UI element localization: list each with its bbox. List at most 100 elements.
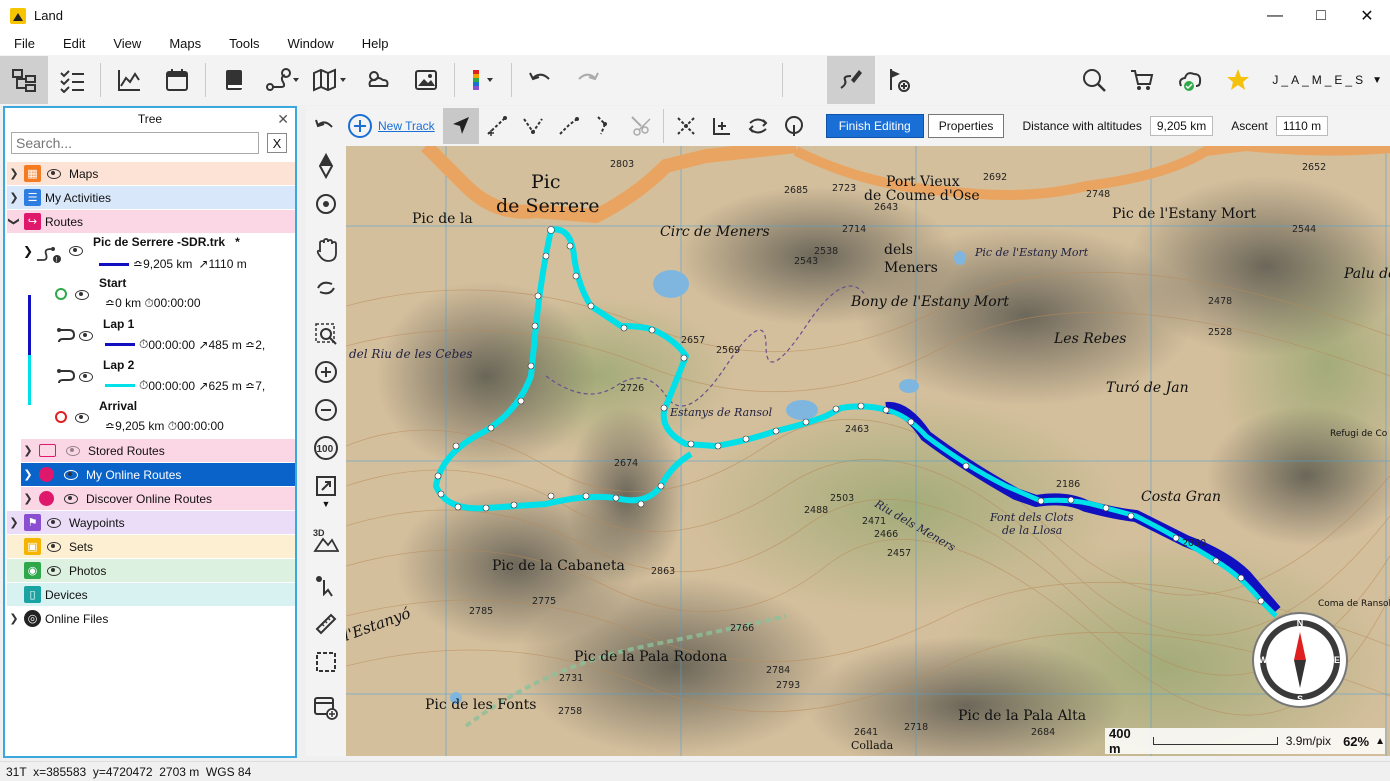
menu-file[interactable]: File	[0, 36, 49, 51]
tree-item-stored-routes[interactable]: ❯ Stored Routes	[21, 439, 295, 462]
menu-tools[interactable]: Tools	[215, 36, 273, 51]
redo-button[interactable]	[564, 56, 612, 104]
collapse-chevron-icon[interactable]: ❯	[8, 215, 21, 229]
maximize-button[interactable]: □	[1298, 0, 1344, 31]
visibility-eye-icon[interactable]	[75, 413, 89, 423]
tree-item-my-online-routes[interactable]: ❯ My Online Routes	[21, 463, 295, 486]
user-dropdown-icon[interactable]: ▼	[1372, 75, 1382, 86]
tree-item-photos[interactable]: ◉ Photos	[7, 559, 295, 582]
loop-track-button[interactable]	[776, 108, 812, 144]
favorites-button[interactable]	[1214, 56, 1262, 104]
new-track-link[interactable]: New Track	[378, 119, 435, 133]
expand-chevron-icon[interactable]: ❯	[7, 191, 21, 204]
select-area-button[interactable]	[312, 648, 340, 676]
list-view-button[interactable]	[48, 56, 96, 104]
visibility-eye-icon[interactable]	[79, 372, 93, 382]
image-button[interactable]	[402, 56, 450, 104]
tree-item-discover-online-routes[interactable]: ❯ Discover Online Routes	[21, 487, 295, 510]
expand-chevron-icon[interactable]: ❯	[21, 468, 35, 481]
calendar-button[interactable]	[153, 56, 201, 104]
route-tool-button[interactable]	[258, 56, 306, 104]
add-point-end-button[interactable]	[479, 108, 515, 144]
close-window-button[interactable]: ✕	[1344, 0, 1390, 31]
visibility-eye-icon[interactable]	[47, 168, 61, 179]
zoom-area-button[interactable]	[312, 320, 340, 348]
menu-view[interactable]: View	[99, 36, 155, 51]
tree-view-button[interactable]	[0, 56, 48, 104]
tree-item-online-files[interactable]: ❯ ◎ Online Files	[7, 607, 295, 630]
hidden-eye-icon[interactable]	[66, 445, 80, 456]
tree-item-my-activities[interactable]: ❯ ☰ My Activities	[7, 186, 295, 209]
gps-locate-button[interactable]	[312, 190, 340, 218]
expand-chevron-icon[interactable]: ❯	[7, 612, 21, 625]
delete-point-button[interactable]	[587, 108, 623, 144]
clear-search-button[interactable]: X	[267, 133, 287, 153]
menu-help[interactable]: Help	[348, 36, 403, 51]
track-edit-mode-button[interactable]	[827, 56, 875, 104]
add-waypoint-button[interactable]	[875, 56, 923, 104]
align-points-button[interactable]	[704, 108, 740, 144]
expand-chevron-icon[interactable]: ❯	[7, 167, 21, 180]
properties-button[interactable]: Properties	[927, 114, 1005, 138]
start-label[interactable]: Start	[99, 276, 126, 290]
reverse-track-button[interactable]	[740, 108, 776, 144]
zoom-level[interactable]: 62%	[1343, 734, 1369, 749]
tree-item-waypoints[interactable]: ❯ ⚑ Waypoints	[7, 511, 295, 534]
visibility-eye-icon[interactable]	[79, 331, 93, 341]
altitude-chart-button[interactable]	[105, 56, 153, 104]
tree-item-routes[interactable]: ❯ ↪ Routes	[7, 210, 295, 233]
cut-track-button[interactable]	[623, 108, 659, 144]
measure-button[interactable]	[312, 610, 340, 638]
menu-edit[interactable]: Edit	[49, 36, 99, 51]
insert-point-button[interactable]	[515, 108, 551, 144]
rotate-map-button[interactable]	[312, 274, 340, 302]
select-points-button[interactable]	[668, 108, 704, 144]
weather-button[interactable]	[354, 56, 402, 104]
north-up-button[interactable]	[312, 152, 340, 180]
zoom-in-button[interactable]	[312, 358, 340, 386]
expand-chevron-icon[interactable]: ❯	[21, 444, 35, 457]
compass-rose[interactable]: N S E W	[1252, 612, 1348, 708]
new-track-add-button[interactable]	[342, 108, 378, 144]
tree-item-sets[interactable]: ▣ Sets	[7, 535, 295, 558]
tree-search-input[interactable]	[11, 132, 259, 154]
visibility-eye-icon[interactable]	[47, 517, 61, 528]
visibility-eye-icon[interactable]	[67, 245, 91, 259]
menu-window[interactable]: Window	[273, 36, 347, 51]
expand-chevron-icon[interactable]: ❯	[7, 516, 21, 529]
menu-maps[interactable]: Maps	[155, 36, 215, 51]
move-point-button[interactable]	[551, 108, 587, 144]
undo-button[interactable]	[516, 56, 564, 104]
lap1-label[interactable]: Lap 1	[103, 317, 134, 331]
zoom-100-button[interactable]: 100	[312, 434, 340, 462]
finish-editing-button[interactable]: Finish Editing	[825, 114, 924, 138]
minimize-button[interactable]: —	[1252, 0, 1298, 31]
close-tree-icon[interactable]: ✕	[277, 111, 289, 128]
tree-item-devices[interactable]: ▯ Devices	[7, 583, 295, 606]
pointer-info-button[interactable]	[312, 572, 340, 600]
visibility-eye-icon[interactable]	[47, 541, 61, 552]
expand-chevron-icon[interactable]: ❯	[21, 492, 35, 505]
topo-map[interactable]: Pic de Serrere Pic de la Port Vieux de C…	[346, 146, 1390, 756]
shop-button[interactable]	[1118, 56, 1166, 104]
map-undo-button[interactable]	[306, 108, 342, 144]
map-tool-button[interactable]	[306, 56, 354, 104]
map-canvas[interactable]: Pic de Serrere Pic de la Port Vieux de C…	[346, 146, 1390, 756]
zoom-up-icon[interactable]: ▲	[1375, 736, 1385, 747]
tree-item-maps[interactable]: ❯ ▦ Maps	[7, 162, 295, 185]
navigate-mode-button[interactable]	[442, 108, 479, 144]
visibility-eye-icon[interactable]	[64, 469, 78, 480]
color-palette-button[interactable]	[459, 56, 507, 104]
user-name[interactable]: J_A_M_E_S	[1272, 73, 1366, 87]
sync-button[interactable]	[1166, 56, 1214, 104]
search-button[interactable]	[1070, 56, 1118, 104]
add-map-layer-button[interactable]	[312, 694, 340, 722]
visibility-eye-icon[interactable]	[75, 290, 89, 300]
arrival-label[interactable]: Arrival	[99, 399, 137, 413]
route-name[interactable]: Pic de Serrere -SDR.trk *	[93, 235, 240, 249]
logbook-button[interactable]	[210, 56, 258, 104]
pan-hand-button[interactable]	[312, 236, 340, 264]
zoom-out-button[interactable]	[312, 396, 340, 424]
visibility-eye-icon[interactable]	[64, 493, 78, 504]
view-3d-button[interactable]: 3D	[312, 526, 340, 554]
